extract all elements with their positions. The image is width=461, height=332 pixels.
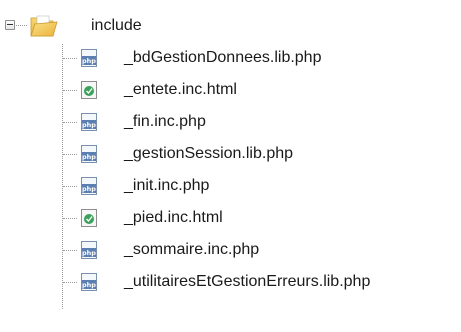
php-file-icon: php bbox=[81, 49, 97, 67]
file-item[interactable]: php _init.inc.php bbox=[0, 172, 461, 200]
svg-text:php: php bbox=[82, 57, 96, 65]
file-label: _init.inc.php bbox=[124, 177, 210, 194]
tree-guide-line bbox=[63, 58, 77, 59]
file-label: _gestionSession.lib.php bbox=[124, 145, 294, 162]
tree-guide-line bbox=[63, 90, 77, 91]
file-item[interactable]: php _utilitairesEtGestionErreurs.lib.php bbox=[0, 268, 461, 296]
file-item[interactable]: _pied.inc.html bbox=[0, 204, 461, 232]
svg-text:php: php bbox=[82, 153, 96, 161]
php-file-icon: php bbox=[81, 273, 97, 291]
html-file-icon bbox=[81, 209, 97, 227]
file-label: _entete.inc.html bbox=[124, 81, 237, 98]
tree-guide-line bbox=[63, 122, 77, 123]
file-label: _bdGestionDonnees.lib.php bbox=[124, 49, 322, 66]
collapse-toggle-icon[interactable] bbox=[5, 20, 15, 30]
tree-guide-line bbox=[63, 186, 77, 187]
tree-guide-line bbox=[63, 250, 77, 251]
php-file-icon: php bbox=[81, 145, 97, 163]
file-label: _fin.inc.php bbox=[124, 113, 206, 130]
svg-text:php: php bbox=[82, 121, 96, 129]
file-item[interactable]: php _gestionSession.lib.php bbox=[0, 140, 461, 168]
tree-guide-line bbox=[63, 218, 77, 219]
file-label: _sommaire.inc.php bbox=[124, 241, 260, 258]
file-item[interactable]: php _bdGestionDonnees.lib.php bbox=[0, 44, 461, 72]
svg-text:php: php bbox=[82, 185, 96, 193]
project-file-tree: include php _bdGestionDonnees.lib.php _e… bbox=[0, 0, 461, 332]
file-item[interactable]: php _sommaire.inc.php bbox=[0, 236, 461, 264]
file-item[interactable]: php _fin.inc.php bbox=[0, 108, 461, 136]
tree-guide-line bbox=[63, 154, 77, 155]
file-item[interactable]: _entete.inc.html bbox=[0, 76, 461, 104]
html-file-icon bbox=[81, 81, 97, 99]
tree-guide-line bbox=[63, 282, 77, 283]
php-file-icon: php bbox=[81, 113, 97, 131]
tree-guide-line bbox=[16, 25, 27, 26]
php-file-icon: php bbox=[81, 177, 97, 195]
svg-text:php: php bbox=[82, 281, 96, 289]
file-label: _utilitairesEtGestionErreurs.lib.php bbox=[124, 273, 371, 290]
folder-label: include bbox=[91, 17, 142, 34]
folder-open-icon bbox=[30, 15, 58, 37]
svg-text:php: php bbox=[82, 249, 96, 257]
php-file-icon: php bbox=[81, 241, 97, 259]
tree-node-include-folder[interactable]: include bbox=[0, 12, 461, 40]
file-label: _pied.inc.html bbox=[124, 209, 223, 226]
